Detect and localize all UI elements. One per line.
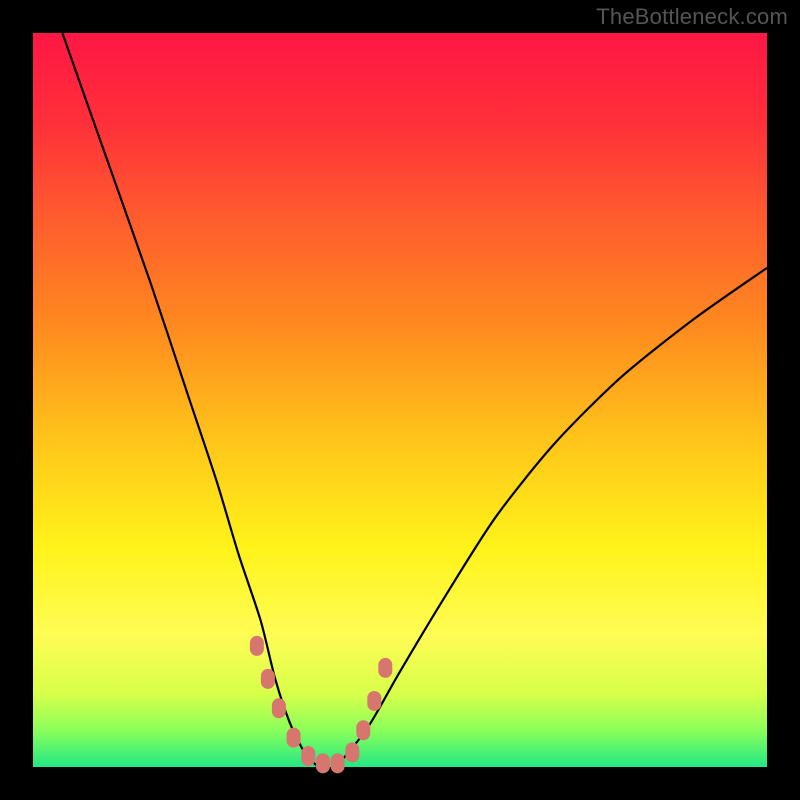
watermark-label: TheBottleneck.com — [596, 4, 788, 30]
marker-point — [316, 753, 330, 773]
marker-point — [356, 720, 370, 740]
marker-point — [287, 728, 301, 748]
marker-point — [367, 691, 381, 711]
marker-point — [345, 742, 359, 762]
marker-point — [331, 753, 345, 773]
bottleneck-chart — [0, 0, 800, 800]
marker-point — [301, 746, 315, 766]
marker-point — [250, 636, 264, 656]
marker-point — [378, 658, 392, 678]
chart-stage: TheBottleneck.com — [0, 0, 800, 800]
marker-point — [261, 669, 275, 689]
plot-background — [33, 33, 767, 767]
marker-point — [272, 698, 286, 718]
